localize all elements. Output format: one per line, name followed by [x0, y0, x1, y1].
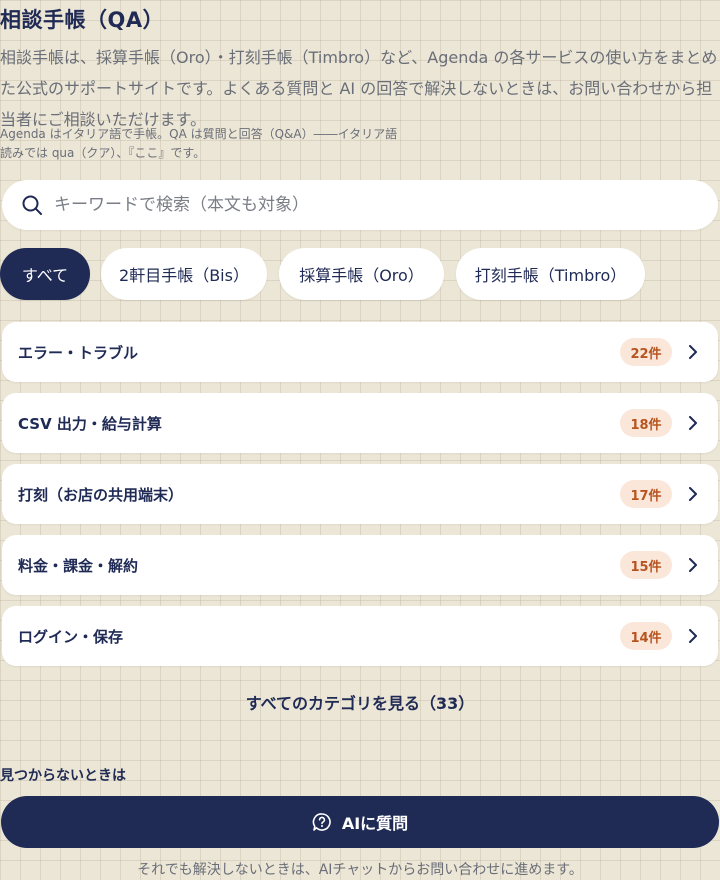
chevron-right-icon [686, 416, 700, 430]
chevron-right-icon [686, 345, 700, 359]
count-badge: 14件 [620, 622, 672, 650]
category-row-login[interactable]: ログイン・保存 14件 [2, 606, 718, 666]
category-label: CSV 出力・給与計算 [18, 414, 162, 433]
category-row-errors[interactable]: エラー・トラブル 22件 [2, 322, 718, 382]
count-badge: 22件 [620, 338, 672, 366]
category-label: エラー・トラブル [18, 343, 139, 362]
see-all-categories-link[interactable]: すべてのカテゴリを見る（33） [0, 690, 720, 714]
category-row-timeclock[interactable]: 打刻（お店の共用端末） 17件 [2, 464, 718, 524]
chevron-right-icon [686, 558, 700, 572]
search-box[interactable] [2, 180, 718, 230]
page-title: 相談手帳（QA） [0, 8, 165, 32]
ask-ai-label: AIに質問 [341, 814, 409, 833]
filter-chip-timbro[interactable]: 打刻手帳（Timbro） [456, 248, 645, 300]
question-chat-icon [312, 812, 332, 832]
category-label: ログイン・保存 [18, 627, 124, 646]
count-badge: 15件 [620, 551, 672, 579]
filter-chip-oro[interactable]: 採算手帳（Oro） [279, 248, 444, 300]
count-badge: 18件 [620, 409, 672, 437]
category-row-billing[interactable]: 料金・課金・解約 15件 [2, 535, 718, 595]
chevron-right-icon [686, 629, 700, 643]
page-note: Agenda はイタリア語で手帳。QA は質問と回答（Q&A）――イタリア語読み… [0, 127, 398, 160]
count-badge: 17件 [620, 480, 672, 508]
search-input[interactable] [54, 185, 654, 225]
help-section-label: 見つからないときは [0, 768, 126, 784]
category-label: 料金・課金・解約 [18, 556, 139, 575]
filter-chip-bis[interactable]: 2軒目手帳（Bis） [101, 248, 267, 300]
category-row-csv[interactable]: CSV 出力・給与計算 18件 [2, 393, 718, 453]
footer-note: それでも解決しないときは、AIチャットからお問い合わせに進めます。 [137, 862, 583, 878]
ask-ai-button[interactable]: AIに質問 [1, 796, 719, 848]
chevron-right-icon [686, 487, 700, 501]
category-label: 打刻（お店の共用端末） [18, 485, 184, 504]
page-description: 相談手帳は、採算手帳（Oro）・打刻手帳（Timbro）など、Agenda の各… [0, 48, 718, 129]
search-icon [20, 193, 44, 217]
filter-chip-all[interactable]: すべて [0, 248, 90, 300]
